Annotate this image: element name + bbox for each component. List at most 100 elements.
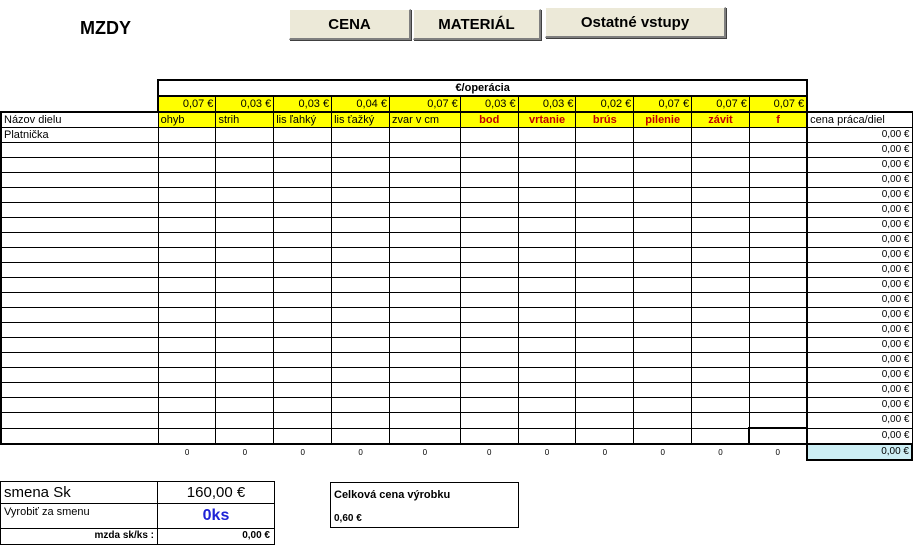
op-count-cell[interactable] <box>748 367 808 383</box>
op-count-cell[interactable] <box>388 427 461 445</box>
op-count-cell[interactable] <box>748 157 808 173</box>
op-count-cell[interactable] <box>331 337 390 353</box>
op-count-cell[interactable] <box>517 187 577 203</box>
op-count-cell[interactable] <box>459 247 519 263</box>
op-count-cell[interactable] <box>517 142 577 158</box>
op-count-cell[interactable] <box>691 202 750 218</box>
op-count-cell[interactable] <box>331 382 390 398</box>
op-count-cell[interactable] <box>459 187 519 203</box>
price-cell[interactable]: 0,03 € <box>459 95 519 113</box>
op-count-cell[interactable] <box>157 172 217 188</box>
op-count-cell[interactable] <box>517 157 577 173</box>
op-count-cell[interactable] <box>273 247 333 263</box>
op-count-cell[interactable] <box>517 262 577 278</box>
op-count-cell[interactable] <box>517 247 577 263</box>
op-count-cell[interactable] <box>388 307 461 323</box>
op-count-cell[interactable] <box>691 307 750 323</box>
op-count-cell[interactable] <box>748 397 808 413</box>
op-count-cell[interactable] <box>459 412 519 429</box>
part-name-cell[interactable] <box>0 337 159 353</box>
op-count-cell[interactable] <box>633 307 693 323</box>
op-count-cell[interactable] <box>575 172 635 188</box>
part-name-cell[interactable] <box>0 187 159 203</box>
op-count-cell[interactable] <box>459 142 519 158</box>
op-count-cell[interactable] <box>748 232 808 248</box>
op-count-cell[interactable] <box>388 397 461 413</box>
price-cell[interactable]: 0,03 € <box>517 95 577 113</box>
op-count-cell[interactable] <box>459 217 519 233</box>
op-count-cell[interactable] <box>575 232 635 248</box>
op-count-cell[interactable] <box>331 157 390 173</box>
op-count-cell[interactable] <box>388 157 461 173</box>
op-count-cell[interactable] <box>273 232 333 248</box>
op-count-cell[interactable] <box>748 277 808 293</box>
op-count-cell[interactable] <box>388 127 461 143</box>
op-count-cell[interactable] <box>215 172 275 188</box>
op-count-cell[interactable] <box>748 352 808 368</box>
op-count-cell[interactable] <box>331 142 390 158</box>
op-count-cell[interactable] <box>517 232 577 248</box>
op-count-cell[interactable] <box>215 247 275 263</box>
op-count-cell[interactable] <box>575 277 635 293</box>
op-count-cell[interactable] <box>331 307 390 323</box>
op-count-cell[interactable] <box>331 397 390 413</box>
op-count-cell[interactable] <box>517 172 577 188</box>
op-count-cell[interactable] <box>331 247 390 263</box>
op-count-cell[interactable] <box>273 382 333 398</box>
op-count-cell[interactable] <box>748 247 808 263</box>
op-count-cell[interactable] <box>459 127 519 143</box>
op-count-cell[interactable] <box>157 262 217 278</box>
op-count-cell[interactable] <box>331 127 390 143</box>
op-count-cell[interactable] <box>215 157 275 173</box>
op-count-cell[interactable] <box>331 187 390 203</box>
op-count-cell[interactable] <box>517 217 577 233</box>
op-count-cell[interactable] <box>215 352 275 368</box>
op-count-cell[interactable] <box>215 127 275 143</box>
op-count-cell[interactable] <box>273 307 333 323</box>
op-count-cell[interactable] <box>517 322 577 338</box>
op-count-cell[interactable] <box>748 142 808 158</box>
op-count-cell[interactable] <box>633 172 693 188</box>
op-count-cell[interactable] <box>517 382 577 398</box>
op-count-cell[interactable] <box>575 157 635 173</box>
op-count-cell[interactable] <box>273 427 333 445</box>
op-count-cell[interactable] <box>575 307 635 323</box>
part-name-cell[interactable] <box>0 172 159 188</box>
op-count-cell[interactable] <box>517 292 577 308</box>
price-cell[interactable]: 0,07 € <box>157 95 217 113</box>
op-count-cell[interactable] <box>215 277 275 293</box>
op-count-cell[interactable] <box>748 337 808 353</box>
part-name-cell[interactable] <box>0 217 159 233</box>
op-count-cell[interactable] <box>691 217 750 233</box>
op-count-cell[interactable] <box>273 127 333 143</box>
op-count-cell[interactable] <box>691 262 750 278</box>
op-count-cell[interactable] <box>157 352 217 368</box>
op-count-cell[interactable] <box>633 412 693 429</box>
op-count-cell[interactable] <box>691 127 750 143</box>
op-count-cell[interactable] <box>331 367 390 383</box>
op-count-cell[interactable] <box>691 247 750 263</box>
op-count-cell[interactable] <box>691 367 750 383</box>
op-count-cell[interactable] <box>157 202 217 218</box>
op-count-cell[interactable] <box>157 157 217 173</box>
op-count-cell[interactable] <box>748 172 808 188</box>
op-count-cell[interactable] <box>691 277 750 293</box>
op-count-cell[interactable] <box>459 322 519 338</box>
op-count-cell[interactable] <box>633 427 693 445</box>
op-count-cell[interactable] <box>633 262 693 278</box>
op-count-cell[interactable] <box>273 367 333 383</box>
op-count-cell[interactable] <box>157 247 217 263</box>
op-count-cell[interactable] <box>388 247 461 263</box>
part-name-cell[interactable] <box>0 412 159 429</box>
op-count-cell[interactable] <box>215 187 275 203</box>
op-count-cell[interactable] <box>157 307 217 323</box>
op-count-cell[interactable] <box>748 127 808 143</box>
op-count-cell[interactable] <box>517 427 577 445</box>
op-count-cell[interactable] <box>517 277 577 293</box>
part-name-cell[interactable]: Platnička <box>0 127 159 143</box>
op-count-cell[interactable] <box>273 412 333 429</box>
op-count-cell[interactable] <box>388 277 461 293</box>
op-count-cell[interactable] <box>691 142 750 158</box>
op-count-cell[interactable] <box>633 292 693 308</box>
op-count-cell[interactable] <box>215 397 275 413</box>
